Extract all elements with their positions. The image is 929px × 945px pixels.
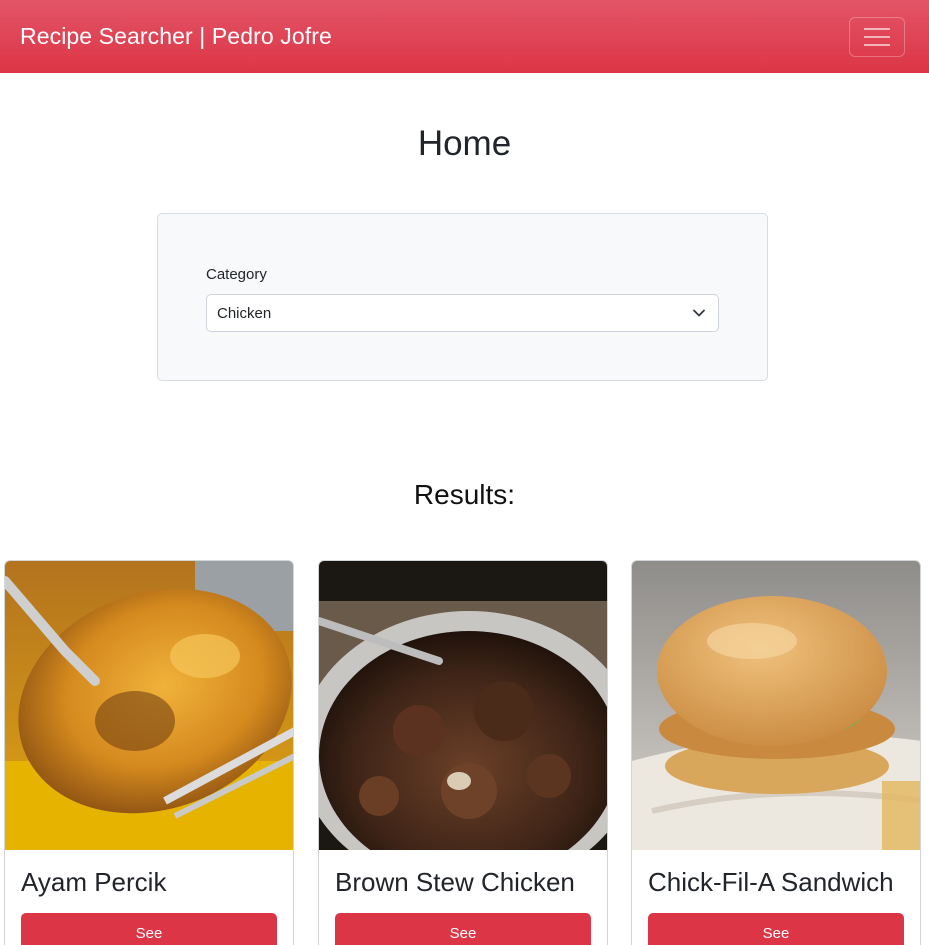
ayam-percik-photo bbox=[5, 561, 293, 850]
brown-stew-chicken-photo bbox=[319, 561, 607, 850]
category-select[interactable]: Chicken bbox=[206, 294, 719, 332]
recipe-card: Ayam Percik See bbox=[4, 560, 294, 945]
navbar-brand[interactable]: Recipe Searcher | Pedro Jofre bbox=[20, 23, 332, 50]
see-recipe-button[interactable]: See bbox=[335, 913, 591, 945]
recipe-card-title: Ayam Percik bbox=[21, 867, 167, 897]
recipe-card: Brown Stew Chicken See bbox=[318, 560, 608, 945]
recipe-card-title: Brown Stew Chicken bbox=[335, 867, 575, 897]
chevron-down-icon bbox=[693, 309, 705, 317]
category-label: Category bbox=[206, 266, 267, 283]
category-select-value: Chicken bbox=[217, 304, 272, 322]
recipe-card: Chick-Fil-A Sandwich See bbox=[631, 560, 921, 945]
filter-card: Category Chicken bbox=[157, 213, 768, 381]
hamburger-menu-icon bbox=[864, 27, 890, 46]
navbar: Recipe Searcher | Pedro Jofre bbox=[0, 0, 929, 73]
recipe-card-title: Chick-Fil-A Sandwich bbox=[648, 867, 894, 897]
see-recipe-button[interactable]: See bbox=[648, 913, 904, 945]
see-recipe-button[interactable]: See bbox=[21, 913, 277, 945]
results-title: Results: bbox=[413, 479, 516, 510]
chick-fil-a-sandwich-photo bbox=[632, 561, 920, 850]
navbar-toggler-button[interactable] bbox=[849, 16, 905, 57]
page-title: Home bbox=[417, 124, 512, 163]
